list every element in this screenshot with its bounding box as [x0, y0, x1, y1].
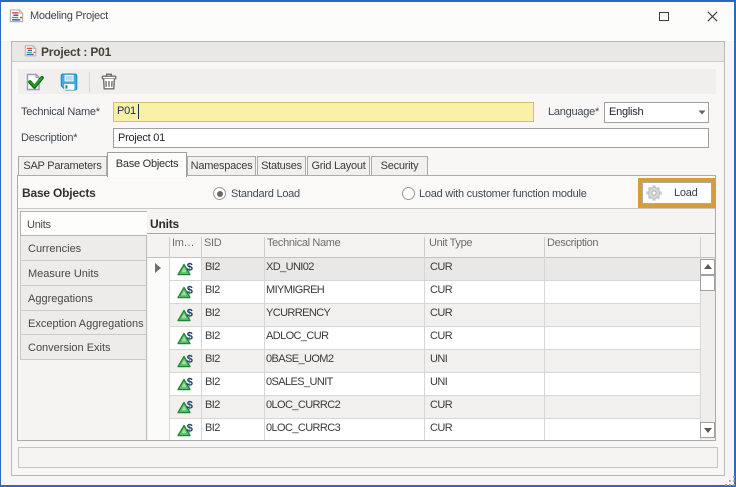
- svg-text:$: $: [187, 308, 193, 320]
- svg-text:$: $: [187, 377, 193, 389]
- svg-text:$: $: [187, 423, 193, 435]
- svg-text:$: $: [187, 354, 193, 366]
- svg-text:$: $: [187, 331, 193, 343]
- svg-text:$: $: [187, 285, 193, 297]
- svg-text:$: $: [187, 400, 193, 412]
- svg-text:$: $: [187, 262, 193, 274]
